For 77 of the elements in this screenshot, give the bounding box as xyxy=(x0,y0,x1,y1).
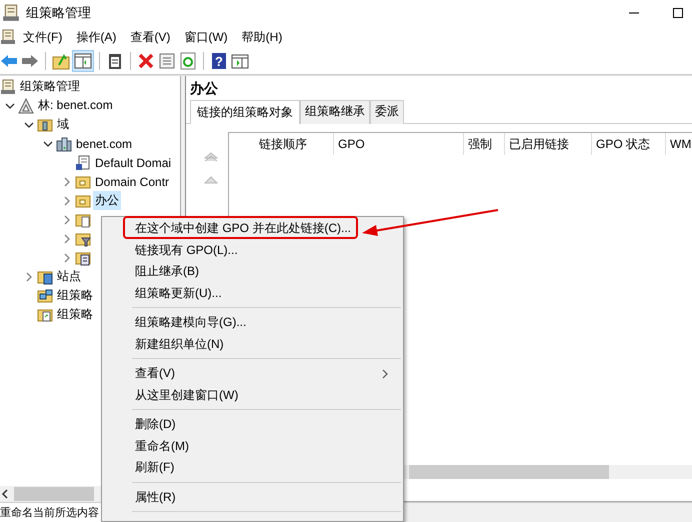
computers-icon xyxy=(37,288,53,304)
tree-item[interactable]: Domain Contr xyxy=(93,174,172,190)
collapse-chevron-icon[interactable] xyxy=(43,138,53,148)
window-title: 组策略管理 xyxy=(26,4,92,22)
menu-item[interactable]: 操作(A) xyxy=(69,26,124,48)
tree-item[interactable]: benet.com xyxy=(74,136,134,152)
action-pane-icon[interactable] xyxy=(231,52,249,70)
expand-chevron-icon[interactable] xyxy=(62,252,72,262)
tree-item[interactable]: 站点 xyxy=(55,267,83,286)
context-menu-item[interactable]: 查看(V) xyxy=(102,363,403,384)
delete-icon[interactable] xyxy=(137,52,155,70)
pane-title: 办公 xyxy=(186,76,692,100)
collapse-chevron-icon[interactable] xyxy=(5,100,15,110)
menu-item[interactable]: 查看(V) xyxy=(123,26,178,48)
expand-chevron-icon[interactable] xyxy=(62,214,72,224)
tree-item[interactable]: 林: benet.com xyxy=(36,96,115,115)
context-menu-item[interactable]: 阻止继承(B) xyxy=(102,261,403,282)
tab[interactable]: 链接的组策略对象 xyxy=(190,100,300,124)
maximize-icon[interactable] xyxy=(672,7,684,19)
back-arrow-icon[interactable] xyxy=(0,53,18,69)
context-menu-item[interactable]: 删除(D) xyxy=(102,414,403,436)
tree-item[interactable]: 域 xyxy=(55,115,71,134)
context-menu-item[interactable]: 刷新(F) xyxy=(102,457,403,478)
move-up-icon[interactable] xyxy=(204,152,218,162)
folder-report-icon xyxy=(37,306,53,322)
tree-item[interactable]: Default Domai xyxy=(93,154,174,170)
context-menu-item[interactable]: 在这个域中创建 GPO 并在此处链接(C)... xyxy=(102,218,403,240)
expand-chevron-icon[interactable] xyxy=(24,272,34,282)
forward-arrow-icon[interactable] xyxy=(21,53,39,69)
menu-item[interactable]: 窗口(W) xyxy=(177,26,235,48)
console-icon xyxy=(0,78,16,94)
tree-item[interactable]: 组策略 xyxy=(55,286,95,305)
expand-chevron-icon[interactable] xyxy=(62,234,72,244)
document-icon xyxy=(75,154,91,170)
context-menu-item[interactable]: 从这里创建窗口(W) xyxy=(102,384,403,406)
context-menu-item[interactable]: 新建组织单位(N) xyxy=(102,334,403,355)
context-menu-item[interactable]: 组策略建模向导(G)... xyxy=(102,312,403,334)
tree-item[interactable]: 办公 xyxy=(93,191,121,210)
servers-icon xyxy=(56,136,72,152)
column-header[interactable]: 已启用链接 xyxy=(505,133,592,155)
folder-icon xyxy=(75,174,91,190)
tab[interactable]: 组策略继承 xyxy=(300,100,370,124)
tree-item[interactable]: 组策略 xyxy=(55,305,95,324)
app-menu-icon xyxy=(0,29,16,45)
context-menu-item[interactable]: 组策略更新(U)... xyxy=(102,282,403,304)
help-icon[interactable]: ? xyxy=(210,52,228,70)
column-header[interactable]: GPO xyxy=(334,133,464,155)
folder-icon xyxy=(75,192,91,208)
folder-grid-icon xyxy=(37,268,53,284)
console-icon xyxy=(2,4,20,22)
menu-item[interactable]: 文件(F) xyxy=(16,26,70,48)
column-header[interactable]: GPO 状态 xyxy=(592,133,666,155)
scroll-left-icon[interactable] xyxy=(0,489,10,499)
submenu-chevron-icon xyxy=(381,368,389,379)
clipboard-icon[interactable] xyxy=(106,52,124,70)
menu-item[interactable]: 帮助(H) xyxy=(234,26,290,48)
expand-chevron-icon[interactable] xyxy=(62,176,72,186)
status-text: 重命名当前所选内容 xyxy=(0,506,99,520)
tree-item[interactable]: 组策略管理 xyxy=(18,77,82,96)
context-menu-item[interactable]: 链接现有 GPO(L)... xyxy=(102,240,403,261)
properties-icon[interactable] xyxy=(158,52,176,70)
column-header[interactable]: 链接顺序 xyxy=(229,133,334,155)
context-menu-item[interactable]: 重命名(M) xyxy=(102,436,403,457)
folder-server-icon xyxy=(37,116,53,132)
triangle-icon xyxy=(18,98,34,114)
show-tree-icon[interactable] xyxy=(73,51,93,71)
move-up-one-icon[interactable] xyxy=(204,176,218,184)
refresh-icon[interactable] xyxy=(179,52,197,70)
column-header[interactable]: WM xyxy=(666,133,692,155)
scrollbar-thumb[interactable] xyxy=(14,487,94,501)
context-menu-item[interactable]: 属性(R) xyxy=(102,486,403,508)
scrollbar-thumb[interactable] xyxy=(409,465,609,479)
tab[interactable]: 委派 xyxy=(370,100,404,124)
folder-up-icon[interactable] xyxy=(52,52,70,70)
collapse-chevron-icon[interactable] xyxy=(24,120,34,130)
column-header[interactable]: 强制 xyxy=(464,133,505,155)
expand-chevron-icon[interactable] xyxy=(62,196,72,206)
